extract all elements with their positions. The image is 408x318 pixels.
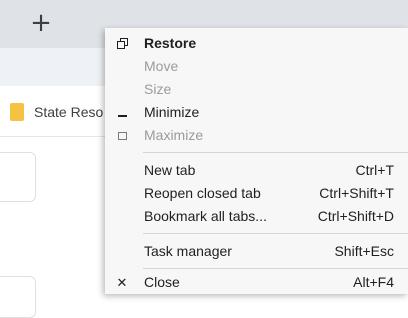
close-icon: ✕ (116, 275, 128, 290)
menu-item-shortcut: Shift+Esc (334, 243, 394, 259)
menu-item-bookmark-all-tabs[interactable]: Bookmark all tabs... Ctrl+Shift+D (105, 205, 408, 228)
menu-item-task-manager[interactable]: Task manager Shift+Esc (105, 240, 408, 263)
bookmark-label: State Reso (34, 104, 104, 120)
minimize-icon (113, 104, 131, 122)
menu-item-label: Maximize (144, 127, 204, 143)
menu-separator (143, 268, 408, 269)
menu-item-new-tab[interactable]: New tab Ctrl+T (105, 159, 408, 182)
menu-item-shortcut: Ctrl+Shift+D (317, 208, 394, 224)
menu-item-move[interactable]: Move (105, 55, 408, 78)
menu-item-label: Task manager (144, 243, 232, 259)
folder-icon (10, 103, 24, 121)
menu-item-label: Restore (144, 35, 197, 51)
menu-item-label: Reopen closed tab (144, 185, 261, 201)
menu-item-size[interactable]: Size (105, 78, 408, 101)
menu-item-label: New tab (144, 162, 196, 178)
window-system-menu: Restore Move Size Minimize Maximize New … (105, 28, 408, 294)
menu-item-label: Minimize (144, 104, 200, 120)
new-tab-button[interactable]: + (28, 10, 54, 36)
menu-item-restore[interactable]: Restore (105, 32, 408, 55)
page-card (0, 152, 36, 202)
menu-separator (143, 233, 408, 234)
menu-item-shortcut: Ctrl+Shift+T (319, 185, 394, 201)
menu-item-shortcut: Ctrl+T (355, 162, 395, 178)
menu-item-minimize[interactable]: Minimize (105, 101, 408, 124)
menu-item-reopen-closed-tab[interactable]: Reopen closed tab Ctrl+Shift+T (105, 182, 408, 205)
menu-item-label: Bookmark all tabs... (144, 208, 267, 224)
page-card (0, 276, 36, 318)
menu-item-maximize[interactable]: Maximize (105, 124, 408, 147)
maximize-icon (113, 127, 131, 145)
restore-icon (113, 35, 131, 53)
menu-separator (143, 152, 408, 153)
menu-item-label: Move (144, 58, 179, 74)
menu-item-close[interactable]: ✕ Close Alt+F4 (105, 271, 408, 294)
bookmark-item[interactable]: State Reso (10, 102, 103, 122)
menu-item-label: Size (144, 81, 172, 97)
plus-icon: + (30, 8, 52, 38)
menu-item-shortcut: Alt+F4 (353, 274, 394, 290)
menu-item-label: Close (144, 274, 180, 290)
